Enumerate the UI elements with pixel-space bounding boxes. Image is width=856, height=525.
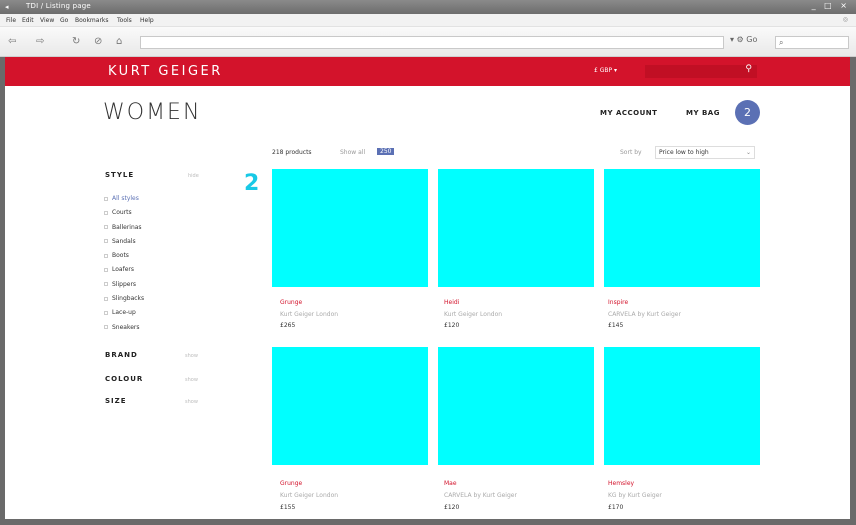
filter-option[interactable]: All styles (104, 192, 144, 206)
product-name[interactable]: Grunge (280, 480, 302, 487)
radio-icon (104, 196, 108, 201)
window-frame-right (850, 57, 856, 525)
page-title: WOMEN (103, 100, 202, 125)
filter-option[interactable]: Ballerinas (104, 221, 144, 235)
product-name[interactable]: Mae (444, 480, 457, 487)
results-count: 218 products (272, 149, 312, 156)
product-name[interactable]: Inspire (608, 299, 628, 306)
filter-style-toggle[interactable]: hide (188, 173, 199, 179)
sort-value: Price low to high (659, 149, 709, 156)
checkbox-icon (104, 310, 108, 315)
site-search-input[interactable]: ⚲ (645, 64, 757, 78)
reload-icon[interactable]: ↻ (72, 36, 80, 47)
product-name[interactable]: Heidi (444, 299, 459, 306)
filter-option[interactable]: Sneakers (104, 321, 144, 335)
forward-icon[interactable]: ⇨ (36, 36, 44, 47)
product-price: £170 (608, 504, 624, 511)
filter-option[interactable]: Boots (104, 249, 144, 263)
browser-menubar: File Edit View Go Bookmarks Tools Help ◎ (0, 14, 856, 27)
filter-size-toggle[interactable]: show (185, 399, 198, 405)
filter-colour-title[interactable]: COLOUR (105, 375, 143, 383)
checkbox-icon (104, 253, 108, 258)
filter-brand-title[interactable]: BRAND (105, 351, 138, 359)
step-marker: 2 (244, 171, 260, 196)
filter-option[interactable]: Lace-up (104, 306, 144, 320)
menu-help[interactable]: Help (140, 17, 154, 24)
product-image[interactable] (272, 347, 428, 465)
filter-colour-toggle[interactable]: show (185, 377, 198, 383)
checkbox-icon (104, 225, 108, 230)
back-icon[interactable]: ⇦ (8, 36, 16, 47)
browser-toolbar: ⇦ ⇨ ↻ ⊘ ⌂ ▾ ⚙ Go ⌕ (0, 27, 856, 57)
sort-select[interactable]: Price low to high ⌄ (655, 146, 755, 159)
menu-bookmarks[interactable]: Bookmarks (75, 17, 109, 24)
product-price: £120 (444, 322, 460, 329)
filter-option[interactable]: Loafers (104, 263, 144, 277)
search-icon: ⌕ (779, 38, 784, 47)
stop-icon[interactable]: ⊘ (94, 36, 102, 47)
menu-go[interactable]: Go (60, 17, 68, 24)
brand-logo[interactable]: KURT GEIGER (108, 64, 223, 79)
site-header: KURT GEIGER £ GBP ▾ ⚲ (5, 57, 850, 86)
checkbox-icon (104, 325, 108, 330)
checkbox-icon (104, 210, 108, 215)
menu-edit[interactable]: Edit (22, 17, 34, 24)
filter-brand-toggle[interactable]: show (185, 353, 198, 359)
product-price: £120 (444, 504, 460, 511)
style-filter-list: All styles Courts Ballerinas Sandals Boo… (104, 192, 144, 335)
product-brand: Kurt Geiger London (280, 311, 339, 318)
menu-view[interactable]: View (40, 17, 54, 24)
product-image[interactable] (438, 169, 594, 287)
go-button[interactable]: ▾ ⚙ Go (730, 35, 757, 44)
product-name[interactable]: Grunge (280, 299, 302, 306)
throbber-icon: ◎ (842, 16, 848, 23)
checkbox-icon (104, 267, 108, 272)
browser-search-input[interactable]: ⌕ (775, 36, 849, 49)
product-brand: KG by Kurt Geiger (608, 492, 662, 499)
checkbox-icon (104, 282, 108, 287)
product-brand: CARVELA by Kurt Geiger (608, 311, 681, 318)
product-price: £265 (280, 322, 296, 329)
home-icon[interactable]: ⌂ (116, 36, 122, 47)
my-bag-link[interactable]: MY BAG (686, 109, 720, 117)
magnifier-icon[interactable]: ⚲ (745, 64, 752, 74)
filter-size-title[interactable]: SIZE (105, 397, 127, 405)
product-name[interactable]: Hemsley (608, 480, 634, 487)
view-all-link[interactable]: Show all (340, 149, 365, 156)
menu-file[interactable]: File (6, 17, 16, 24)
browser-app-icon: ◂ (5, 3, 9, 11)
filter-option[interactable]: Courts (104, 206, 144, 220)
product-image[interactable] (438, 347, 594, 465)
window-title: TDI / Listing page (26, 2, 91, 10)
address-bar[interactable] (140, 36, 724, 49)
currency-selector[interactable]: £ GBP ▾ (594, 67, 617, 74)
product-price: £155 (280, 504, 296, 511)
chevron-down-icon: ⌄ (745, 149, 751, 156)
window-titlebar: ◂ TDI / Listing page _ □ × (0, 0, 856, 14)
filter-style-title[interactable]: STYLE (105, 171, 134, 179)
filter-option[interactable]: Slippers (104, 278, 144, 292)
product-brand: CARVELA by Kurt Geiger (444, 492, 517, 499)
filter-option[interactable]: Sandals (104, 235, 144, 249)
product-price: £145 (608, 322, 624, 329)
product-brand: Kurt Geiger London (280, 492, 339, 499)
checkbox-icon (104, 296, 108, 301)
view-all-badge[interactable]: 250 (377, 148, 395, 155)
product-image[interactable] (604, 347, 760, 465)
product-image[interactable] (604, 169, 760, 287)
window-controls[interactable]: _ □ × (812, 1, 850, 10)
filter-option[interactable]: Slingbacks (104, 292, 144, 306)
bag-count-badge[interactable]: 2 (735, 100, 760, 125)
product-brand: Kurt Geiger London (444, 311, 503, 318)
checkbox-icon (104, 239, 108, 244)
sort-label: Sort by (620, 149, 642, 156)
window-frame-bottom (0, 519, 856, 525)
menu-tools[interactable]: Tools (117, 17, 132, 24)
my-account-link[interactable]: MY ACCOUNT (600, 109, 657, 117)
product-image[interactable] (272, 169, 428, 287)
